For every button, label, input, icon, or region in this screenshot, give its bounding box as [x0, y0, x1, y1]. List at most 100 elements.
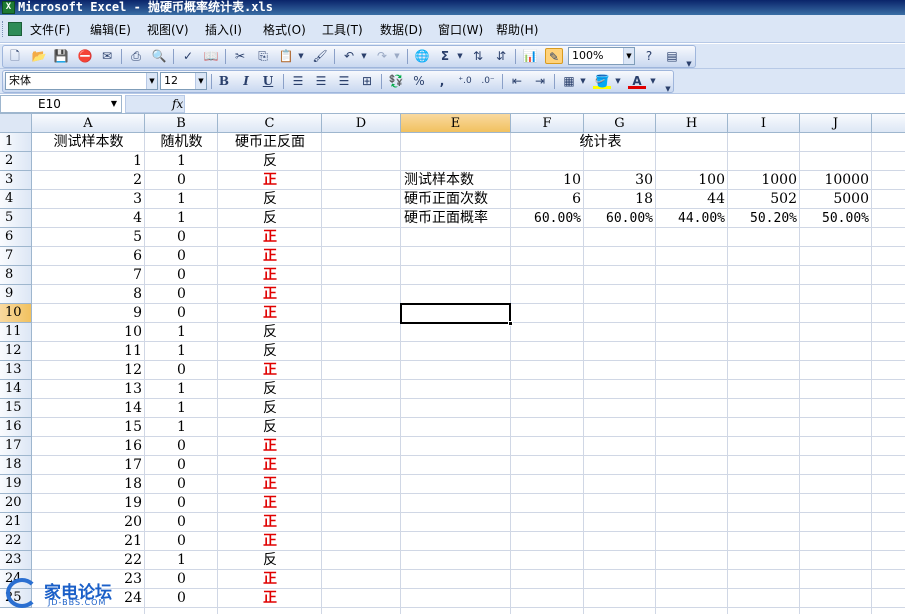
cell-coin-face[interactable]: 反 [218, 152, 322, 171]
cell-coin-face[interactable]: 正 [218, 532, 322, 551]
email-icon[interactable]: ✉ [98, 48, 116, 64]
cell-random-number[interactable]: 1 [145, 380, 218, 399]
new-icon[interactable]: 🗋 [6, 48, 24, 64]
cell-coin-face[interactable]: 反 [218, 209, 322, 228]
cell-random-number[interactable]: 0 [145, 532, 218, 551]
redo-icon[interactable]: ↷ [373, 48, 391, 64]
currency-icon[interactable]: 💱 [387, 73, 405, 89]
italic-button[interactable]: I [237, 73, 255, 89]
column-header-i[interactable]: I [728, 114, 800, 133]
menu-file[interactable]: 文件(F) [30, 23, 70, 37]
row-header-7[interactable]: 7 [0, 247, 32, 266]
insert-function-button[interactable]: fx [125, 95, 185, 113]
column-header-b[interactable]: B [145, 114, 218, 133]
cell-coin-face[interactable]: 正 [218, 266, 322, 285]
row-header-23[interactable]: 23 [0, 551, 32, 570]
research-icon[interactable]: 📖 [202, 48, 220, 64]
cell-coin-face[interactable]: 正 [218, 437, 322, 456]
fill-color-dropdown-icon[interactable]: ▼ [613, 73, 623, 89]
cell-random-number[interactable]: 0 [145, 285, 218, 304]
format-painter-icon[interactable]: 🖌 [311, 48, 329, 64]
cell-coin-face[interactable]: 反 [218, 342, 322, 361]
autosum-icon[interactable]: Σ [436, 48, 454, 64]
cell-random-number[interactable]: 0 [145, 589, 218, 608]
font-color-button[interactable]: A [628, 73, 646, 89]
cell-coin-face[interactable]: 正 [218, 513, 322, 532]
stats-row-label[interactable]: 硬币正面次数 [401, 190, 511, 209]
row-header-13[interactable]: 13 [0, 361, 32, 380]
cell-sample-number[interactable]: 4 [32, 209, 145, 228]
cell-coin-face[interactable]: 正 [218, 494, 322, 513]
chevron-down-icon[interactable]: ▼ [146, 73, 157, 89]
cell-random-number[interactable]: 1 [145, 551, 218, 570]
row-header-4[interactable]: 4 [0, 190, 32, 209]
stats-value[interactable]: 44 [656, 190, 728, 209]
menu-view[interactable]: 视图(V) [147, 23, 189, 37]
menu-window[interactable]: 窗口(W) [438, 23, 483, 37]
cell-sample-number[interactable]: 3 [32, 190, 145, 209]
comma-style-button[interactable]: , [433, 73, 451, 89]
cell-coin-face[interactable]: 反 [218, 323, 322, 342]
align-center-icon[interactable]: ☰ [312, 73, 330, 89]
cell-sample-number[interactable]: 2 [32, 171, 145, 190]
stats-title[interactable]: 统计表 [401, 133, 800, 152]
cut-icon[interactable]: ✂ [231, 48, 249, 64]
autosum-dropdown-icon[interactable]: ▼ [455, 48, 465, 64]
stats-value[interactable]: 60.00% [584, 209, 656, 228]
chart-wizard-icon[interactable]: 📊 [521, 48, 539, 64]
merge-center-icon[interactable]: ⊞ [358, 73, 376, 89]
cell-coin-face[interactable]: 正 [218, 475, 322, 494]
menubar-grip[interactable] [2, 21, 5, 37]
cell-sample-number[interactable]: 14 [32, 399, 145, 418]
increase-indent-icon[interactable]: ⇥ [531, 73, 549, 89]
cell-random-number[interactable]: 0 [145, 266, 218, 285]
stats-value[interactable]: 60.00% [511, 209, 584, 228]
cell-sample-number[interactable]: 20 [32, 513, 145, 532]
borders-dropdown-icon[interactable]: ▼ [578, 73, 588, 89]
chevron-down-icon[interactable]: ▼ [111, 96, 117, 112]
copy-icon[interactable]: ⎘ [254, 48, 272, 64]
row-header-1[interactable]: 1 [0, 133, 32, 152]
cell-random-number[interactable]: 0 [145, 304, 218, 323]
row-header-21[interactable]: 21 [0, 513, 32, 532]
stats-value[interactable]: 10 [511, 171, 584, 190]
cell-random-number[interactable]: 0 [145, 494, 218, 513]
cell-coin-face[interactable]: 正 [218, 456, 322, 475]
name-box[interactable]: E10 ▼ [0, 95, 122, 113]
sort-descending-icon[interactable]: ⇵ [492, 48, 510, 64]
menu-edit[interactable]: 编辑(E) [90, 23, 131, 37]
row-header-14[interactable]: 14 [0, 380, 32, 399]
row-header-16[interactable]: 16 [0, 418, 32, 437]
cell-sample-number[interactable]: 10 [32, 323, 145, 342]
row-header-22[interactable]: 22 [0, 532, 32, 551]
font-color-dropdown-icon[interactable]: ▼ [648, 73, 658, 89]
cell-random-number[interactable]: 0 [145, 228, 218, 247]
cell-random-number[interactable]: 1 [145, 152, 218, 171]
print-icon[interactable]: ⎙ [127, 48, 145, 64]
toolbar-options-icon[interactable]: ▤ [663, 48, 681, 64]
cell-coin-face[interactable]: 反 [218, 380, 322, 399]
stats-value[interactable]: 18 [584, 190, 656, 209]
stats-row-label[interactable]: 硬币正面概率 [401, 209, 511, 228]
fill-color-icon[interactable]: 🪣 [593, 73, 611, 89]
row-header-8[interactable]: 8 [0, 266, 32, 285]
stats-row-label[interactable]: 测试样本数 [401, 171, 511, 190]
save-icon[interactable]: 💾 [52, 48, 70, 64]
cell-sample-number[interactable]: 9 [32, 304, 145, 323]
row-header-3[interactable]: 3 [0, 171, 32, 190]
column-header-f[interactable]: F [511, 114, 584, 133]
stats-value[interactable]: 6 [511, 190, 584, 209]
increase-decimal-icon[interactable]: ⁺.0 [456, 73, 474, 89]
undo-icon[interactable]: ↶ [340, 48, 358, 64]
cell-sample-number[interactable]: 11 [32, 342, 145, 361]
cell-sample-number[interactable]: 13 [32, 380, 145, 399]
cell-sample-number[interactable]: 15 [32, 418, 145, 437]
menu-help[interactable]: 帮助(H) [496, 23, 538, 37]
cell-sample-number[interactable]: 21 [32, 532, 145, 551]
stats-value[interactable]: 10000 [800, 171, 872, 190]
row-header-18[interactable]: 18 [0, 456, 32, 475]
zoom-select[interactable]: 100% ▼ [568, 47, 635, 65]
row-header-10[interactable]: 10 [0, 304, 32, 323]
hyperlink-icon[interactable]: 🌐 [413, 48, 431, 64]
decrease-indent-icon[interactable]: ⇤ [508, 73, 526, 89]
